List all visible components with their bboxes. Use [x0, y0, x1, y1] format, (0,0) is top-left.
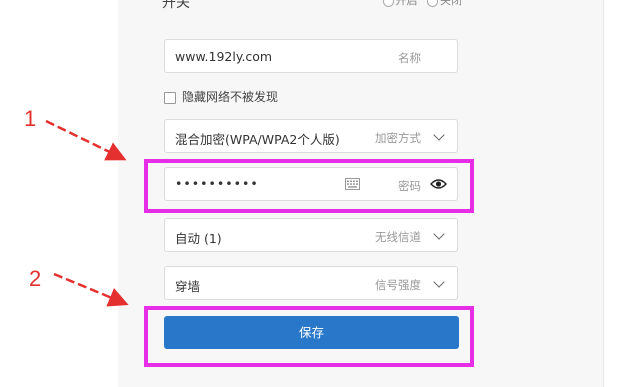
arrow-to-save	[53, 272, 129, 307]
annotation-arrows	[45, 119, 129, 307]
arrow-to-password	[45, 119, 127, 161]
